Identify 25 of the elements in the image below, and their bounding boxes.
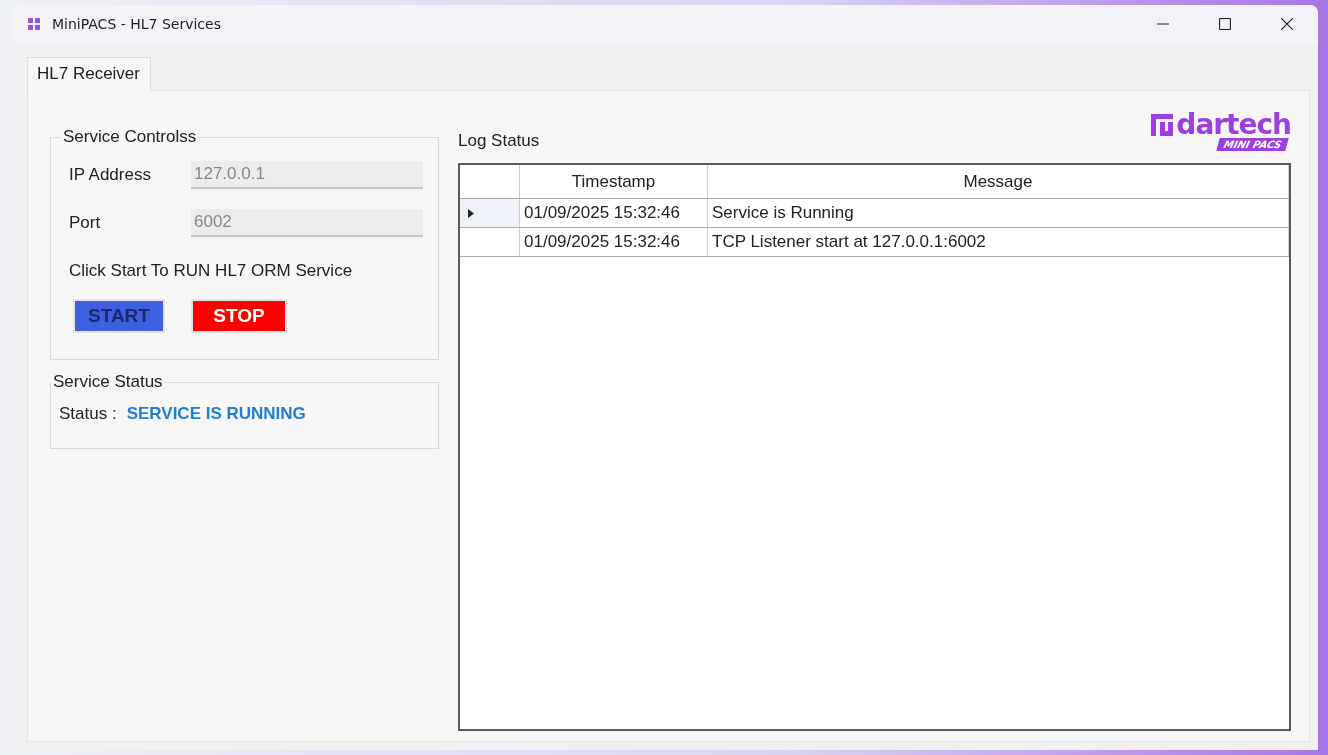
field-label: Port [69,213,102,233]
status-label: Status : [59,404,117,424]
window-title: MiniPACS - HL7 Services [52,16,221,32]
table-cell: 01/09/2025 15:32:46 [520,228,708,256]
logo-tagline: MINI PACS [1216,138,1289,151]
close-icon [1281,18,1293,30]
row-header[interactable] [460,199,520,227]
group-title: Service Controlss [62,127,198,147]
app-icon [28,18,40,30]
tab[interactable]: HL7 Receiver [27,57,151,91]
start-button[interactable]: START [73,299,165,333]
log-title: Log Status [458,131,540,151]
table-cell: 01/09/2025 15:32:46 [520,199,708,227]
maximize-icon [1219,18,1231,30]
table-cell: TCP Listener start at 127.0.0.1:6002 [708,228,1289,256]
group-title: Service Status [52,372,164,392]
logo-icon [1151,114,1174,136]
stop-button[interactable]: STOP [191,299,287,333]
instruction-text: Click Start To RUN HL7 ORM Service [69,261,354,281]
status-value: SERVICE IS RUNNING [126,404,306,424]
table-cell: Service is Running [708,199,1289,227]
column-header[interactable]: Message [708,165,1289,198]
logo-text: dartech [1176,112,1291,138]
column-header[interactable]: Timestamp [520,165,708,198]
field-label: IP Address [69,165,152,185]
